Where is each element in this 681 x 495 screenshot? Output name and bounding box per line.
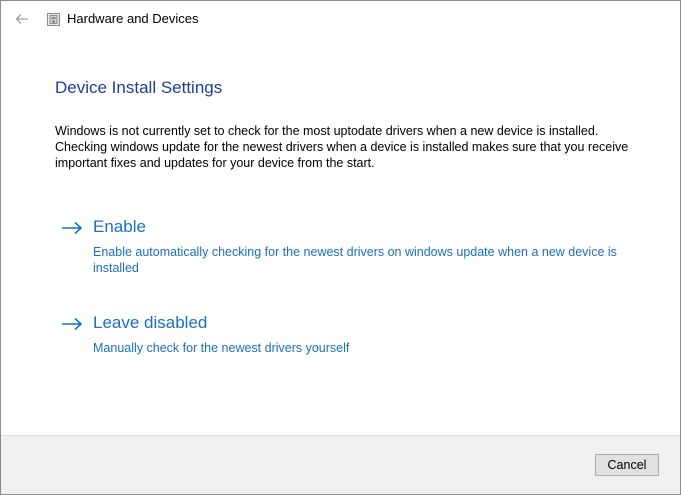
enable-option-label[interactable]: Enable [93,217,146,237]
dialog-footer: Cancel [1,435,680,494]
arrow-right-icon [62,221,83,235]
leave-disabled-option-label[interactable]: Leave disabled [93,313,207,333]
enable-option-description[interactable]: Enable automatically checking for the ne… [93,244,648,276]
cancel-button[interactable]: Cancel [595,454,659,476]
back-button[interactable] [12,9,32,29]
window-title: Hardware and Devices [67,11,199,26]
hardware-devices-icon [47,13,60,26]
dialog-window: Hardware and Devices Device Install Sett… [0,0,681,495]
arrow-right-icon [62,317,83,331]
leave-disabled-option-description[interactable]: Manually check for the newest drivers yo… [93,340,648,356]
page-title: Device Install Settings [55,78,223,97]
content-area: Device Install Settings Windows is not c… [1,37,680,436]
back-arrow-icon [15,14,28,24]
description-text: Windows is not currently set to check fo… [55,124,629,170]
title-bar: Hardware and Devices [1,1,680,37]
